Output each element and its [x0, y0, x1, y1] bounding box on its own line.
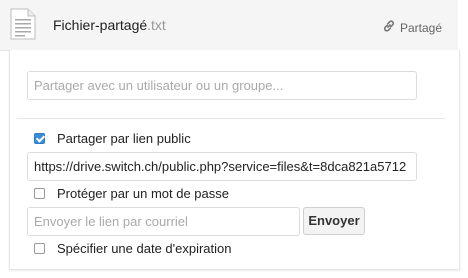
text-file-icon — [10, 8, 36, 40]
file-extension: .txt — [147, 17, 166, 33]
link-icon — [382, 19, 396, 36]
share-panel: Fichier-partagé.txt Partagé Partager ave… — [0, 0, 468, 278]
shared-label: Partagé — [400, 20, 443, 35]
password-label: Protéger par un mot de passe — [57, 186, 229, 201]
user-search-input[interactable]: Partager avec un utilisateur ou un group… — [27, 71, 417, 100]
public-link-url-field[interactable]: https://drive.switch.ch/public.php?servi… — [27, 152, 417, 181]
public-link-url: https://drive.switch.ch/public.php?servi… — [34, 159, 407, 174]
public-link-checkbox[interactable] — [34, 133, 45, 144]
file-name: Fichier-partagé.txt — [53, 17, 166, 33]
divider — [17, 118, 445, 119]
password-option[interactable]: Protéger par un mot de passe — [34, 186, 229, 201]
user-search-placeholder: Partager avec un utilisateur ou un group… — [34, 78, 284, 93]
public-link-label: Partager par lien public — [57, 131, 191, 146]
public-link-option[interactable]: Partager par lien public — [34, 131, 191, 146]
email-input[interactable]: Envoyer le lien par courriel — [27, 207, 300, 236]
email-placeholder: Envoyer le lien par courriel — [34, 214, 188, 229]
file-header: Fichier-partagé.txt Partagé — [0, 0, 458, 51]
file-basename: Fichier-partagé — [53, 17, 148, 33]
send-button[interactable]: Envoyer — [303, 207, 365, 235]
shared-action[interactable]: Partagé — [382, 19, 442, 36]
password-checkbox[interactable] — [34, 188, 45, 199]
expiration-checkbox[interactable] — [34, 243, 45, 254]
expiration-option[interactable]: Spécifier une date d'expiration — [34, 241, 231, 256]
expiration-label: Spécifier une date d'expiration — [57, 241, 232, 256]
